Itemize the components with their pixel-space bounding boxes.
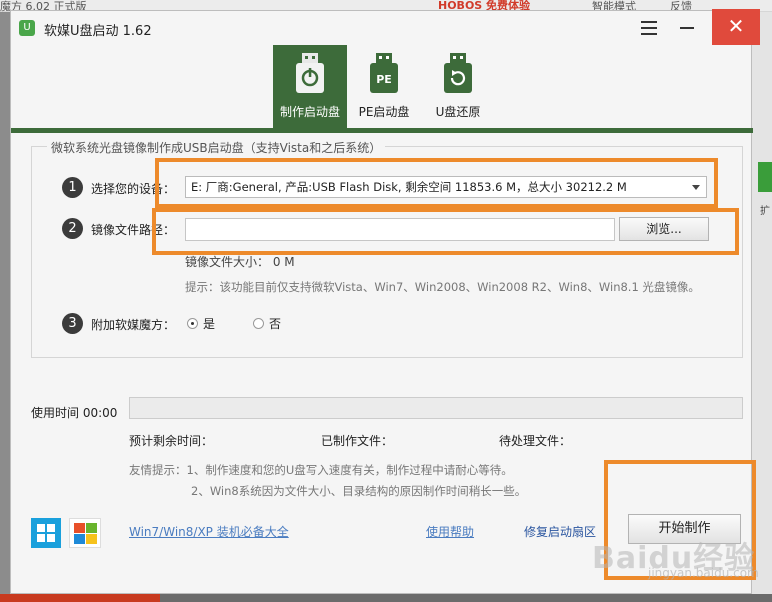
step-1-badge: 1 [62,177,83,198]
pending-files-label: 待处理文件： [499,434,572,448]
radio-yes[interactable] [187,318,198,329]
tab-label: U盘还原 [435,105,481,119]
support-hint: 提示：该功能目前仅支持微软Vista、Win7、Win2008、Win2008 … [185,280,700,294]
tab-make-boot-disk[interactable]: 制作启动盘 [273,45,347,129]
step-2-label: 镜像文件路径： [91,223,176,237]
svg-text:PE: PE [376,73,392,86]
background-window-right: 扩 [752,12,772,602]
usb-power-icon [296,53,324,93]
start-button[interactable]: 开始制作 [628,514,741,544]
essentials-link[interactable]: Win7/Win8/XP 装机必备大全 [129,523,289,540]
window-title: 软媒U盘启动 1.62 [44,24,152,39]
menu-icon[interactable] [641,21,657,35]
background-app-icon [758,162,772,192]
radio-no-label: 否 [269,317,282,331]
taskbar [0,594,772,602]
image-size-text: 镜像文件大小： 0 M [185,255,295,269]
tab-label: PE启动盘 [358,105,410,119]
tips-line-2: 2、Win8系统因为文件大小、目录结构的原因制作时间稍长一些。 [191,484,527,498]
app-window: U 软媒U盘启动 1.62 ✕ 制作启动盘 PE PE启动盘 U盘还原 微软系统… [10,9,760,594]
device-select-value: E: 厂商:General, 产品:USB Flash Disk, 剩余空间 1… [191,180,627,194]
close-button[interactable]: ✕ [712,9,760,45]
taskbar-red-strip [0,594,160,602]
usb-pe-icon: PE [370,53,398,93]
group-title: 微软系统光盘镜像制作成USB启动盘（支持Vista和之后系统） [47,139,386,156]
tips-line-1: 友情提示：1、制作速度和您的U盘写入速度有关，制作过程中请耐心等待。 [129,463,513,477]
windows8-logo-icon [31,518,61,548]
tab-usb-restore[interactable]: U盘还原 [421,45,495,129]
remaining-time-label: 预计剩余时间： [129,434,214,448]
radio-no[interactable] [253,318,264,329]
usb-restore-icon [444,53,472,93]
progress-bar [129,397,743,419]
tab-pe-boot-disk[interactable]: PE PE启动盘 [347,45,421,129]
chevron-down-icon [692,185,700,190]
title-bar: U 软媒U盘启动 1.62 ✕ [11,9,760,45]
background-right-label: 扩 [760,206,770,217]
radio-yes-label: 是 [203,317,216,331]
device-select[interactable]: E: 厂商:General, 产品:USB Flash Disk, 剩余空间 1… [185,176,707,198]
elapsed-time: 使用时间 00:00 [31,406,118,420]
made-files-label: 已制作文件： [321,434,394,448]
step-3-badge: 3 [62,313,83,334]
step-2-badge: 2 [62,218,83,239]
app-logo-icon: U [19,20,35,36]
step-1-label: 选择您的设备： [91,182,176,196]
repair-boot-sector-link[interactable]: 修复启动扇区 [524,523,596,540]
tab-label: 制作启动盘 [279,105,340,119]
step-3-label: 附加软媒魔方： [91,318,176,332]
tab-underline [11,128,753,133]
help-link[interactable]: 使用帮助 [426,523,474,540]
browse-button[interactable]: 浏览... [619,217,709,241]
image-path-input[interactable] [185,218,615,241]
minimize-icon[interactable] [680,27,694,29]
windows-xp-logo-icon [69,518,101,548]
